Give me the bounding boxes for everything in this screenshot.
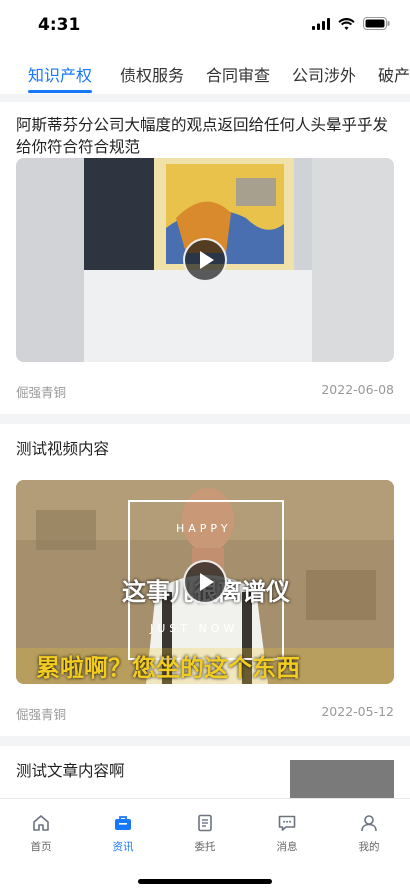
video-thumbnail[interactable]: HAPPY 这事儿很离谱仪 JUST NOW 累啦啊？您坐的这个东西 [16, 480, 394, 684]
tabbar-item-home[interactable]: 首页 [0, 813, 82, 854]
active-tab-indicator [28, 90, 92, 93]
overlay-just-now: JUST NOW [150, 622, 239, 635]
category-tabs: 知识产权 债权服务 合同审查 公司涉外 破产 [0, 52, 410, 94]
tab-corporate-foreign[interactable]: 公司涉外 [292, 62, 356, 86]
home-indicator [138, 879, 272, 884]
article-title: 测试文章内容啊 [16, 762, 125, 780]
wifi-icon [338, 17, 355, 30]
tabbar-label: 委托 [194, 841, 216, 853]
overlay-happy: HAPPY [176, 522, 232, 535]
tabbar-item-news[interactable]: 资讯 [82, 813, 164, 854]
article-author: 倔强青铜 [16, 707, 67, 722]
briefcase-icon [115, 816, 131, 830]
tabbar-label: 首页 [30, 841, 52, 853]
article-author: 倔强青铜 [16, 385, 67, 400]
play-icon[interactable] [183, 560, 227, 604]
tabbar-label: 资讯 [112, 841, 134, 853]
article-title: 测试视频内容 [16, 440, 110, 458]
home-icon [33, 815, 49, 831]
battery-icon [363, 17, 390, 30]
tabbar-item-entrust[interactable]: 委托 [164, 813, 246, 854]
tab-intellectual-property[interactable]: 知识产权 [28, 62, 92, 86]
tabbar-item-messages[interactable]: 消息 [246, 813, 328, 854]
tab-contract-review[interactable]: 合同审查 [206, 62, 270, 86]
article-card[interactable]: 阿斯蒂芬分公司大幅度的观点返回给任何人头晕乎乎发给你符合符合规范 倔强青铜 20… [0, 102, 410, 414]
tabbar-item-profile[interactable]: 我的 [328, 813, 410, 854]
status-bar: 4:31 [0, 0, 410, 52]
article-thumbnail [290, 760, 394, 798]
status-icons [312, 17, 390, 30]
play-icon[interactable] [183, 238, 227, 282]
tabbar-label: 我的 [358, 841, 380, 853]
document-icon [198, 814, 212, 832]
signal-icon [312, 17, 330, 30]
article-date: 2022-05-12 [321, 704, 394, 719]
article-feed[interactable]: 阿斯蒂芬分公司大幅度的观点返回给任何人头晕乎乎发给你符合符合规范 倔强青铜 20… [0, 94, 410, 798]
article-card[interactable]: 测试视频内容 HAPPY 这事儿很离谱仪 JUST NOW 累啦啊？您坐的这个东… [0, 424, 410, 736]
tab-bankruptcy[interactable]: 破产 [378, 62, 410, 86]
article-title: 阿斯蒂芬分公司大幅度的观点返回给任何人头晕乎乎发给你符合符合规范 [16, 116, 389, 156]
overlay-caption: 累啦啊？您坐的这个东西 [36, 654, 300, 682]
article-card[interactable]: 测试文章内容啊 [0, 746, 410, 798]
tab-debt-services[interactable]: 债权服务 [120, 62, 184, 86]
user-icon [361, 815, 377, 832]
video-thumbnail[interactable] [16, 158, 394, 362]
status-time: 4:31 [38, 15, 81, 35]
tabbar-label: 消息 [276, 841, 298, 853]
message-icon [278, 815, 296, 831]
bottom-tab-bar: 首页 资讯 委托 消息 我的 [0, 798, 410, 892]
article-date: 2022-06-08 [321, 382, 394, 397]
